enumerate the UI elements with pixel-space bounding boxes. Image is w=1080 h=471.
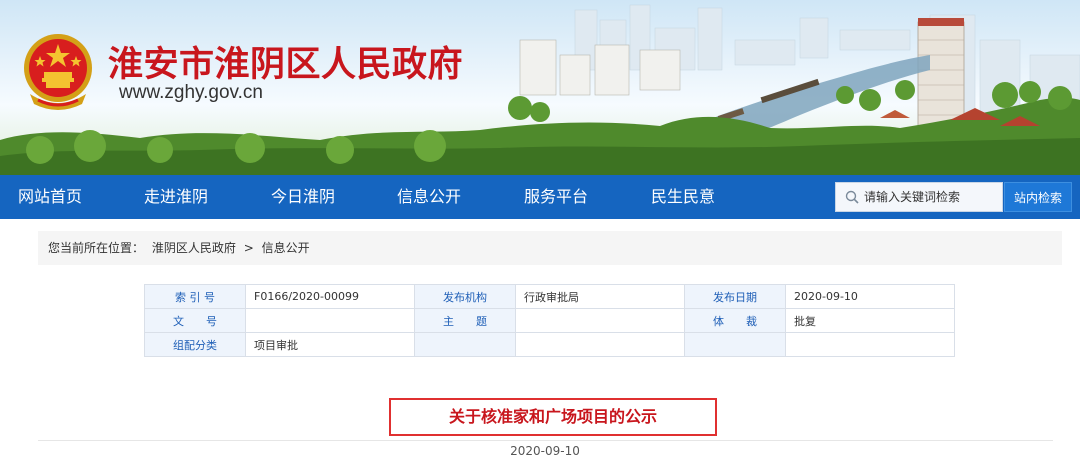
meta-value-genre: 批复 [785,308,955,333]
meta-label-empty [684,332,786,357]
meta-value-category: 项目审批 [245,332,415,357]
meta-value-empty [515,332,685,357]
nav-item-info-disclosure[interactable]: 信息公开 [397,175,461,219]
breadcrumb-item-government[interactable]: 淮阴区人民政府 [152,241,236,255]
article-title: 关于核准家和广场项目的公示 [389,398,717,436]
meta-row: 索 引 号 F0166/2020-00099 发布机构 行政审批局 发布日期 2… [144,284,955,309]
nav-item-about[interactable]: 走进淮阴 [144,175,208,219]
meta-value-publisher: 行政审批局 [515,284,685,309]
meta-label-publisher: 发布机构 [414,284,516,309]
nav-item-public-opinion[interactable]: 民生民意 [651,175,715,219]
meta-value-doc-number [245,308,415,333]
site-title: 淮安市淮阴区人民政府 [108,45,464,85]
nav-item-home[interactable]: 网站首页 [18,175,82,219]
meta-row: 组配分类 项目审批 [144,332,955,357]
meta-label-genre: 体 裁 [684,308,786,333]
meta-label-publish-date: 发布日期 [684,284,786,309]
divider [38,440,1053,441]
meta-value-publish-date: 2020-09-10 [785,284,955,309]
breadcrumb-prefix: 您当前所在位置： [48,241,145,255]
meta-label-category: 组配分类 [144,332,246,357]
meta-label-subject: 主 题 [414,308,516,333]
header-banner: 淮安市淮阴区人民政府 www.zghy.gov.cn [0,0,1080,175]
meta-label-doc-number: 文 号 [144,308,246,333]
meta-value-subject [515,308,685,333]
site-search-button[interactable]: 站内检索 [1004,182,1072,212]
search-input[interactable] [864,186,1000,208]
site-url: www.zghy.gov.cn [119,82,263,103]
nav-item-service[interactable]: 服务平台 [524,175,588,219]
national-emblem-icon [24,34,92,110]
search-box [835,182,1003,212]
meta-row: 文 号 主 题 体 裁 批复 [144,308,955,333]
breadcrumb-separator: > [243,241,254,255]
article-date: 2020-09-10 [510,444,580,458]
breadcrumb: 您当前所在位置： 淮阴区人民政府 > 信息公开 [38,231,1062,265]
meta-label-empty [414,332,516,357]
meta-label-index: 索 引 号 [144,284,246,309]
search-icon [845,190,859,204]
meta-value-index: F0166/2020-00099 [245,284,415,309]
document-meta-table: 索 引 号 F0166/2020-00099 发布机构 行政审批局 发布日期 2… [144,284,955,357]
breadcrumb-item-info-disclosure[interactable]: 信息公开 [262,241,310,255]
nav-item-today[interactable]: 今日淮阴 [271,175,335,219]
meta-value-empty [785,332,955,357]
